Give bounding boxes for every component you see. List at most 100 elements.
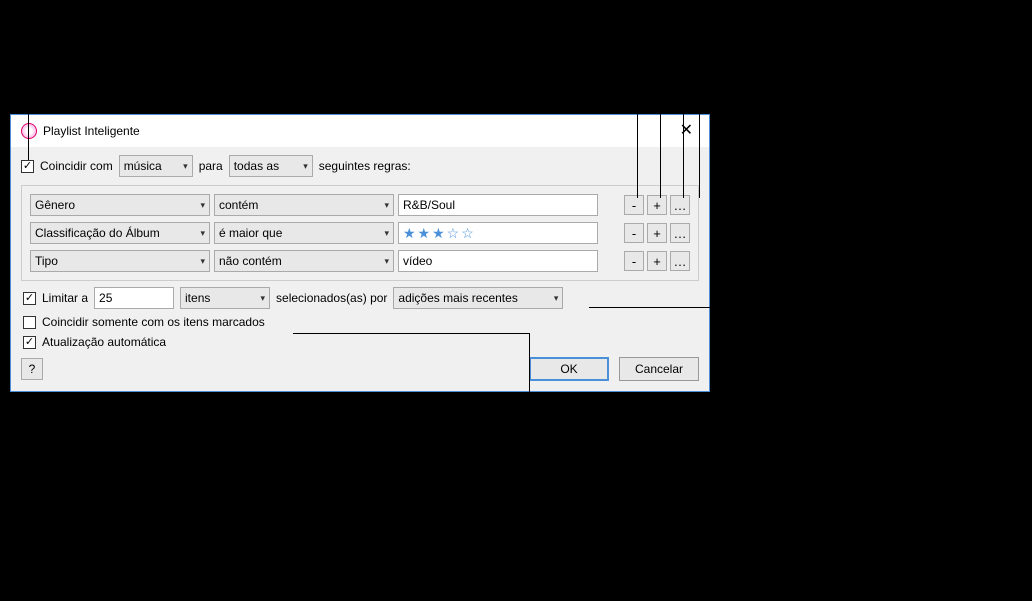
match-checkbox[interactable]: [21, 160, 34, 173]
remove-rule-button[interactable]: -: [624, 223, 644, 243]
limit-by-select[interactable]: adições mais recentes ▾: [393, 287, 563, 309]
star-rating: ★★★☆☆: [403, 225, 476, 242]
rule-field-select[interactable]: Classificação do Álbum ▾: [30, 222, 210, 244]
limit-checkbox[interactable]: [23, 292, 36, 305]
rule-value-stars[interactable]: ★★★☆☆: [398, 222, 598, 244]
callout-line: [637, 80, 638, 198]
plus-icon: +: [653, 227, 661, 240]
itunes-icon: [21, 123, 37, 139]
callout-line: [699, 80, 700, 198]
chevron-down-icon: ▾: [303, 161, 308, 172]
nest-rule-button[interactable]: …: [670, 251, 690, 271]
minus-icon: -: [632, 199, 636, 212]
ok-label: OK: [560, 362, 577, 376]
rule-value-input[interactable]: R&B/Soul: [398, 194, 598, 216]
smart-playlist-dialog: Playlist Inteligente ✕ Coincidir com mús…: [10, 114, 710, 392]
rule-buttons: - + …: [624, 223, 690, 243]
minus-icon: -: [632, 255, 636, 268]
chevron-down-icon: ▾: [200, 256, 205, 267]
live-update-label: Atualização automática: [42, 335, 166, 349]
rule-operator-select[interactable]: não contém ▾: [214, 250, 394, 272]
callout-line: [28, 50, 29, 160]
callout-line: [529, 333, 530, 463]
rule-value-input[interactable]: vídeo: [398, 250, 598, 272]
bottom-row: ? OK Cancelar: [21, 357, 699, 381]
cancel-label: Cancelar: [635, 362, 683, 376]
chevron-down-icon: ▾: [200, 228, 205, 239]
callout-line: [293, 333, 529, 334]
limit-by-label: selecionados(as) por: [276, 291, 387, 305]
add-rule-button[interactable]: +: [647, 251, 667, 271]
dialog-body: Coincidir com música ▾ para todas as ▾ s…: [11, 147, 709, 391]
plus-icon: +: [653, 199, 661, 212]
callout-line: [668, 50, 669, 72]
callout-line: [12, 398, 13, 463]
limit-unit-value: itens: [185, 291, 210, 305]
rule-field-value: Tipo: [35, 254, 58, 268]
rule-operator-value: não contém: [219, 254, 282, 268]
rule-row: Gênero ▾ contém ▾ R&B/Soul - + …: [30, 194, 690, 216]
rule-operator-value: é maior que: [219, 226, 282, 240]
rule-field-value: Gênero: [35, 198, 75, 212]
close-button[interactable]: ✕: [674, 121, 699, 141]
rule-operator-select[interactable]: é maior que ▾: [214, 222, 394, 244]
rule-operator-select[interactable]: contém ▾: [214, 194, 394, 216]
remove-rule-button[interactable]: -: [624, 195, 644, 215]
chevron-down-icon: ▾: [260, 293, 265, 304]
match-scope-value: todas as: [234, 159, 279, 173]
rule-operator-value: contém: [219, 198, 258, 212]
ellipsis-icon: …: [674, 199, 687, 212]
limit-count-input[interactable]: 25: [94, 287, 174, 309]
limit-by-value: adições mais recentes: [398, 291, 517, 305]
minus-icon: -: [632, 227, 636, 240]
rules-container: Gênero ▾ contém ▾ R&B/Soul - + …: [21, 185, 699, 281]
rule-value-text: R&B/Soul: [403, 198, 455, 212]
rule-field-select[interactable]: Gênero ▾: [30, 194, 210, 216]
rule-value-text: vídeo: [403, 254, 432, 268]
limit-label: Limitar a: [42, 291, 88, 305]
help-icon: ?: [29, 362, 36, 376]
match-suffix-label: seguintes regras:: [319, 159, 411, 173]
nest-rule-button[interactable]: …: [670, 195, 690, 215]
ok-button[interactable]: OK: [529, 357, 609, 381]
nest-rule-button[interactable]: …: [670, 223, 690, 243]
media-type-select[interactable]: música ▾: [119, 155, 193, 177]
only-checked-label: Coincidir somente com os itens marcados: [42, 315, 265, 329]
only-checked-checkbox[interactable]: [23, 316, 36, 329]
plus-icon: +: [653, 255, 661, 268]
live-update-checkbox[interactable]: [23, 336, 36, 349]
action-buttons: OK Cancelar: [529, 357, 699, 381]
ellipsis-icon: …: [674, 255, 687, 268]
chevron-down-icon: ▾: [200, 200, 205, 211]
limit-unit-select[interactable]: itens ▾: [180, 287, 270, 309]
rule-buttons: - + …: [624, 251, 690, 271]
titlebar: Playlist Inteligente ✕: [11, 115, 709, 147]
callout-line: [589, 307, 879, 308]
match-middle-label: para: [199, 159, 223, 173]
match-scope-select[interactable]: todas as ▾: [229, 155, 313, 177]
chevron-down-icon: ▾: [183, 161, 188, 172]
callout-line: [683, 80, 684, 198]
limit-row: Limitar a 25 itens ▾ selecionados(as) po…: [23, 287, 697, 309]
only-checked-row: Coincidir somente com os itens marcados: [23, 315, 697, 329]
ellipsis-icon: …: [674, 227, 687, 240]
cancel-button[interactable]: Cancelar: [619, 357, 699, 381]
chevron-down-icon: ▾: [384, 200, 389, 211]
add-rule-button[interactable]: +: [647, 195, 667, 215]
rule-field-select[interactable]: Tipo ▾: [30, 250, 210, 272]
match-prefix-label: Coincidir com: [40, 159, 113, 173]
rule-row: Tipo ▾ não contém ▾ vídeo - + …: [30, 250, 690, 272]
limit-count-value: 25: [99, 291, 112, 305]
callout-line: [660, 80, 661, 198]
rule-buttons: - + …: [624, 195, 690, 215]
remove-rule-button[interactable]: -: [624, 251, 644, 271]
chevron-down-icon: ▾: [384, 228, 389, 239]
add-rule-button[interactable]: +: [647, 223, 667, 243]
chevron-down-icon: ▾: [554, 293, 559, 304]
chevron-down-icon: ▾: [384, 256, 389, 267]
help-button[interactable]: ?: [21, 358, 43, 380]
titlebar-left: Playlist Inteligente: [21, 123, 140, 139]
window-title: Playlist Inteligente: [43, 124, 140, 138]
rule-row: Classificação do Álbum ▾ é maior que ▾ ★…: [30, 222, 690, 244]
live-update-row: Atualização automática: [23, 335, 697, 349]
